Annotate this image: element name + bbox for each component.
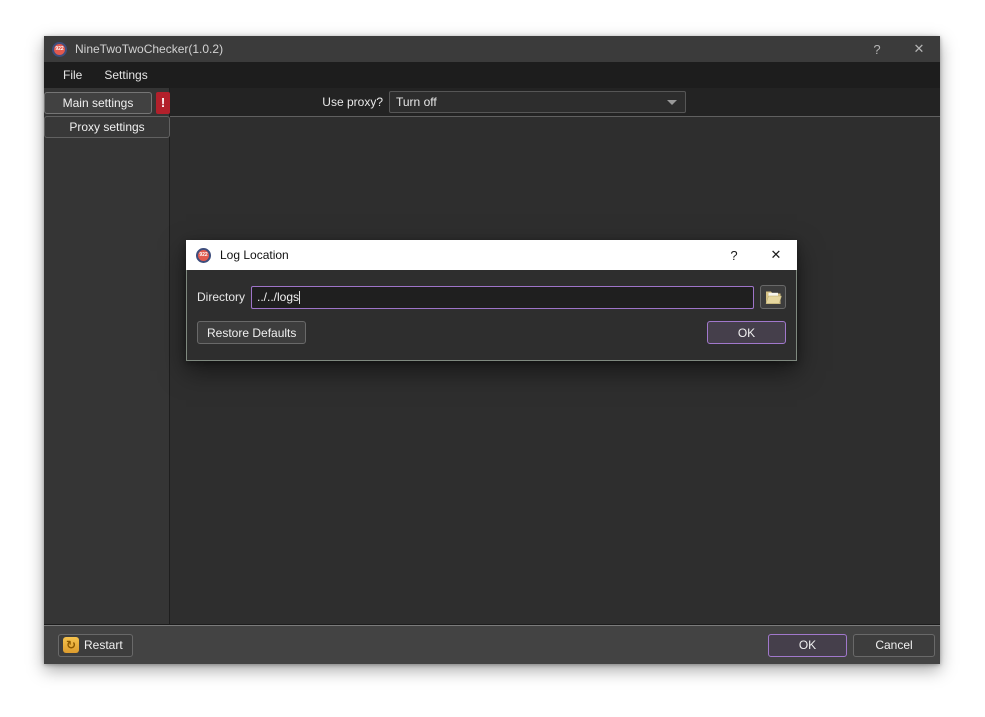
- text-caret: [299, 291, 300, 304]
- proxy-setting-row: Use proxy? Turn off: [170, 88, 940, 117]
- desktop-background: 922 NineTwoTwoChecker(1.0.2) ? ✕ File Se…: [0, 0, 985, 717]
- app-icon: 922: [52, 42, 67, 57]
- window-title: NineTwoTwoChecker(1.0.2): [75, 42, 856, 56]
- warning-badge: !: [156, 92, 170, 114]
- restore-defaults-button[interactable]: Restore Defaults: [197, 321, 306, 344]
- chevron-down-icon: [667, 100, 677, 105]
- footer-bar: ↻ Restart OK Cancel: [44, 625, 940, 664]
- directory-input-text: ../../logs: [257, 290, 299, 304]
- footer-ok-button[interactable]: OK: [768, 634, 847, 657]
- log-location-dialog: 922 Log Location ? ✕ Directory ../../log…: [186, 240, 797, 361]
- use-proxy-label: Use proxy?: [170, 95, 389, 109]
- restart-button-label: Restart: [84, 638, 123, 652]
- menu-settings[interactable]: Settings: [95, 64, 156, 86]
- sidebar-tab-main-settings[interactable]: Main settings: [44, 92, 152, 114]
- use-proxy-dropdown[interactable]: Turn off: [389, 91, 686, 113]
- directory-label: Directory: [197, 290, 245, 304]
- sidebar-tab-proxy-settings[interactable]: Proxy settings: [44, 116, 170, 138]
- browse-button[interactable]: [760, 285, 786, 309]
- restart-button[interactable]: ↻ Restart: [58, 634, 133, 657]
- sidebar: Main settings ! Proxy settings: [44, 88, 170, 624]
- directory-input[interactable]: ../../logs: [251, 286, 754, 309]
- restart-icon: ↻: [63, 637, 79, 653]
- dialog-app-icon: 922: [196, 248, 211, 263]
- dialog-body: Directory ../../logs Restore Defaults OK: [186, 270, 797, 361]
- dropdown-selected-value: Turn off: [396, 95, 667, 109]
- menu-file[interactable]: File: [54, 64, 91, 86]
- window-close-button[interactable]: ✕: [898, 36, 940, 62]
- menubar: File Settings: [44, 62, 940, 88]
- window-help-button[interactable]: ?: [856, 36, 898, 62]
- dialog-ok-button[interactable]: OK: [707, 321, 786, 344]
- folder-open-icon: [765, 290, 782, 304]
- dialog-close-button[interactable]: ✕: [755, 240, 797, 270]
- settings-panel: [170, 117, 940, 624]
- directory-row: Directory ../../logs: [197, 285, 786, 309]
- dialog-help-button[interactable]: ?: [713, 240, 755, 270]
- dialog-title: Log Location: [220, 248, 713, 262]
- footer-cancel-button[interactable]: Cancel: [853, 634, 935, 657]
- dialog-button-row: Restore Defaults OK: [197, 321, 786, 344]
- titlebar: 922 NineTwoTwoChecker(1.0.2) ? ✕: [44, 36, 940, 62]
- dialog-titlebar: 922 Log Location ? ✕: [186, 240, 797, 270]
